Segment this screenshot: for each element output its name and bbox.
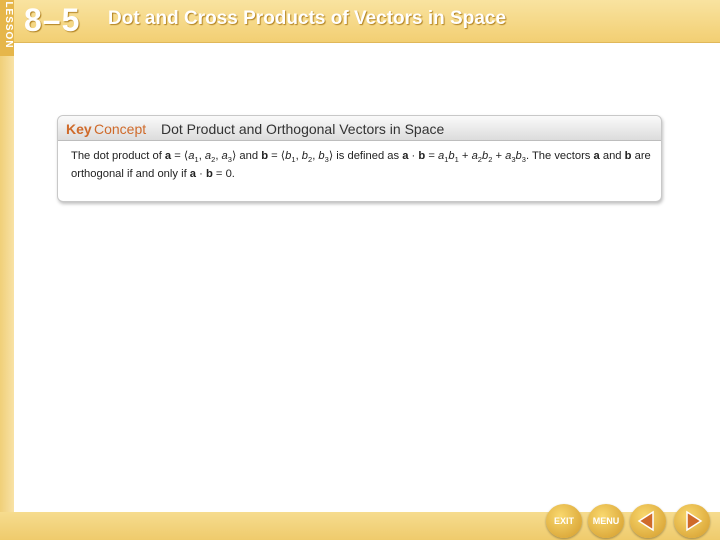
text: . The vectors xyxy=(525,150,594,162)
triangle-left-icon xyxy=(637,510,654,532)
lesson-tab: LESSON xyxy=(0,0,14,56)
triangle-right-icon xyxy=(686,510,703,532)
lesson-label: LESSON xyxy=(3,1,14,49)
next-button[interactable] xyxy=(674,504,710,538)
lesson-title: Dot and Cross Products of Vectors in Spa… xyxy=(108,8,507,29)
dot-operator: · xyxy=(196,168,206,181)
vector-b: b xyxy=(261,150,269,162)
left-stripe xyxy=(0,42,14,512)
key-concept-title: Dot Product and Orthogonal Vectors in Sp… xyxy=(161,121,445,137)
text: and xyxy=(599,150,625,162)
text: ⟩ and xyxy=(231,150,262,162)
slide-content-area xyxy=(14,43,720,512)
menu-button[interactable]: MENU xyxy=(588,504,624,538)
lesson-number: 8–5 xyxy=(24,2,81,38)
key-concept-box: Key Concept Dot Product and Orthogonal V… xyxy=(57,115,662,202)
exit-button[interactable]: EXIT xyxy=(546,504,582,538)
plus-operator: + xyxy=(458,150,472,162)
key-concept-body: The dot product of a = ⟨a1, a2, a3⟩ and … xyxy=(71,149,651,182)
text: = 0. xyxy=(212,168,235,181)
dot-operator: · xyxy=(408,150,419,162)
plus-operator: + xyxy=(492,150,506,162)
key-concept-concept-label: Concept xyxy=(94,121,147,137)
text: = ⟨ xyxy=(268,150,286,162)
text: = ⟨ xyxy=(171,150,189,162)
vector-b: b xyxy=(205,168,213,181)
text: The dot product of xyxy=(71,150,165,162)
text: ⟩ is defined as xyxy=(328,150,403,162)
previous-button[interactable] xyxy=(630,504,666,538)
key-concept-key-label: Key xyxy=(66,121,92,137)
header-bar: LESSON 8–5 Dot and Cross Products of Vec… xyxy=(0,0,720,56)
text: = xyxy=(425,150,438,162)
key-concept-header: Key Concept Dot Product and Orthogonal V… xyxy=(58,116,661,141)
